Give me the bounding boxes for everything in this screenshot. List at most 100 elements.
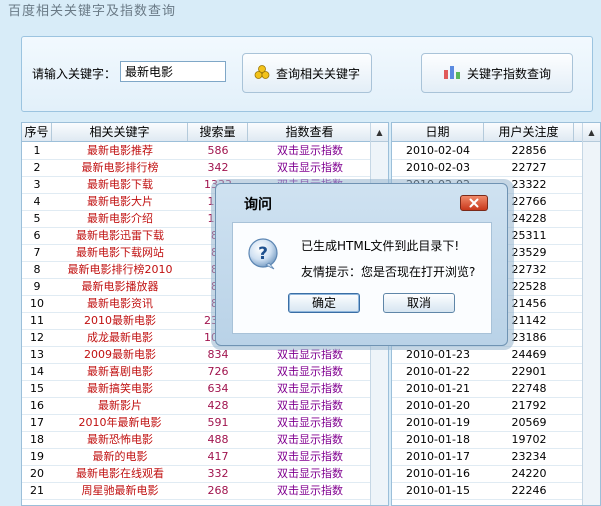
table-row[interactable]: 2010-01-20 21792 — [392, 398, 600, 415]
query-related-keywords-label: 查询相关关键字 — [275, 66, 360, 81]
header-index-view[interactable]: 指数查看 — [248, 123, 372, 141]
cell-index: 17 — [30, 416, 44, 429]
cell-index: 13 — [30, 348, 44, 361]
header-date[interactable]: 日期 — [392, 123, 484, 141]
cell-index: 6 — [33, 229, 41, 242]
cell-index: 16 — [30, 399, 44, 412]
cell-index: 10 — [30, 297, 44, 310]
table-row[interactable]: 2010-01-15 22246 — [392, 483, 600, 500]
table-row[interactable]: 1 最新电影推荐 586 双击显示指数 — [22, 143, 388, 160]
cancel-button[interactable]: 取消 — [383, 293, 455, 313]
cell-index: 5 — [33, 212, 41, 225]
table-row[interactable]: 2010-01-22 22901 — [392, 364, 600, 381]
cell-search-volume: 332 — [207, 467, 229, 480]
cell-index: 15 — [30, 382, 44, 395]
attention-header: 日期 用户关注度 — [392, 123, 600, 142]
table-row[interactable]: 15 最新搞笑电影 634 双击显示指数 — [22, 381, 388, 398]
cell-search-volume: 488 — [207, 433, 229, 446]
dialog-message-generated: 已生成HTML文件到此目录下! — [301, 239, 460, 253]
dialog-message-prompt: 友情提示：您是否现在打开浏览? — [301, 265, 476, 279]
table-row[interactable]: 2010-01-17 23234 — [392, 449, 600, 466]
cell-keyword: 2009最新电影 — [84, 348, 156, 361]
table-row[interactable]: 21 周星驰最新电影 268 双击显示指数 — [22, 483, 388, 500]
cell-index: 11 — [30, 314, 44, 327]
cell-index-view: 双击显示指数 — [277, 416, 343, 429]
table-row[interactable]: 2010-02-04 22856 — [392, 143, 600, 160]
cell-keyword: 最新电影下载 — [87, 178, 153, 191]
cell-search-volume: 342 — [207, 161, 229, 174]
cell-user-attention: 22901 — [511, 365, 547, 378]
table-row[interactable]: 16 最新影片 428 双击显示指数 — [22, 398, 388, 415]
cell-index: 21 — [30, 484, 44, 497]
cell-index-view: 双击显示指数 — [277, 467, 343, 480]
close-icon — [469, 198, 479, 208]
cell-search-volume: 591 — [207, 416, 229, 429]
keyword-input[interactable] — [120, 61, 226, 82]
dialog-close-button[interactable] — [460, 195, 488, 211]
table-row[interactable]: 2010-01-18 19702 — [392, 432, 600, 449]
cell-search-volume: 428 — [207, 399, 229, 412]
app-title: 百度相关关键字及指数查询 — [8, 4, 177, 19]
cell-user-attention: 24220 — [511, 467, 547, 480]
table-row[interactable]: 2010-01-16 24220 — [392, 466, 600, 483]
dialog-title: 询问 — [244, 197, 272, 213]
table-row[interactable]: 2010-02-03 22727 — [392, 160, 600, 177]
keyword-index-query-label: 关键字指数查询 — [466, 66, 551, 81]
header-keyword[interactable]: 相关关键字 — [52, 123, 188, 141]
cell-search-volume: 634 — [207, 382, 229, 395]
cell-user-attention: 19702 — [511, 433, 547, 446]
cell-keyword: 最新电影播放器 — [81, 280, 159, 293]
cell-index-view: 双击显示指数 — [277, 433, 343, 446]
cell-index: 14 — [30, 365, 44, 378]
table-row[interactable]: 2 最新电影排行榜 342 双击显示指数 — [22, 160, 388, 177]
search-panel: 请输入关键字： 查询相关关键字 关键字指数查询 — [21, 36, 593, 112]
table-row[interactable]: 19 最新的电影 417 双击显示指数 — [22, 449, 388, 466]
ok-button[interactable]: 确定 — [288, 293, 360, 313]
cell-keyword: 最新的电影 — [92, 450, 148, 463]
bar-chart-icon — [443, 64, 461, 83]
cell-keyword: 最新喜剧电影 — [87, 365, 153, 378]
right-table-scrollbar[interactable]: ▲ — [582, 123, 600, 505]
table-row[interactable]: 2010-01-19 20569 — [392, 415, 600, 432]
cell-user-attention: 22727 — [511, 161, 547, 174]
cell-keyword: 最新电影排行榜 — [81, 161, 159, 174]
scroll-up-arrow-icon[interactable]: ▲ — [583, 123, 600, 142]
cell-index: 3 — [33, 178, 41, 191]
cell-index: 8 — [33, 263, 41, 276]
table-row[interactable]: 20 最新电影在线观看 332 双击显示指数 — [22, 466, 388, 483]
table-row[interactable]: 17 2010年最新电影 591 双击显示指数 — [22, 415, 388, 432]
table-row[interactable]: 18 最新恐怖电影 488 双击显示指数 — [22, 432, 388, 449]
cell-date: 2010-01-21 — [406, 382, 470, 395]
cell-date: 2010-01-18 — [406, 433, 470, 446]
cell-keyword: 最新搞笑电影 — [87, 382, 153, 395]
keyword-index-query-button[interactable]: 关键字指数查询 — [421, 53, 573, 93]
cell-keyword: 最新影片 — [98, 399, 142, 412]
cell-keyword: 成龙最新电影 — [87, 331, 153, 344]
header-search-volume[interactable]: 搜索量 — [188, 123, 248, 141]
keyword-label: 请输入关键字： — [32, 67, 117, 81]
cell-keyword: 周星驰最新电影 — [81, 484, 159, 497]
header-index[interactable]: 序号 — [22, 123, 52, 141]
cell-date: 2010-01-16 — [406, 467, 470, 480]
cell-search-volume: 586 — [207, 144, 229, 157]
related-keywords-header: 序号 相关关键字 搜索量 指数查看 — [22, 123, 388, 142]
cell-index-view: 双击显示指数 — [277, 144, 343, 157]
cell-index: 1 — [33, 144, 41, 157]
cell-index: 18 — [30, 433, 44, 446]
table-row[interactable]: 2010-01-21 22748 — [392, 381, 600, 398]
cell-date: 2010-01-22 — [406, 365, 470, 378]
cell-index: 7 — [33, 246, 41, 259]
cell-index: 4 — [33, 195, 41, 208]
cell-keyword: 2010最新电影 — [84, 314, 156, 327]
cell-date: 2010-01-20 — [406, 399, 470, 412]
header-user-attention[interactable]: 用户关注度 — [484, 123, 574, 141]
cell-keyword: 最新电影资讯 — [87, 297, 153, 310]
dialog-body: ? 已生成HTML文件到此目录下! 友情提示：您是否现在打开浏览? 确定 取消 — [232, 222, 492, 334]
cell-keyword: 2010年最新电影 — [78, 416, 162, 429]
scroll-up-arrow-icon[interactable]: ▲ — [371, 123, 388, 142]
query-related-keywords-button[interactable]: 查询相关关键字 — [242, 53, 372, 93]
cell-user-attention: 23234 — [511, 450, 547, 463]
table-row[interactable]: 14 最新喜剧电影 726 双击显示指数 — [22, 364, 388, 381]
cell-keyword: 最新电影大片 — [87, 195, 153, 208]
cell-keyword: 最新电影在线观看 — [76, 467, 164, 480]
